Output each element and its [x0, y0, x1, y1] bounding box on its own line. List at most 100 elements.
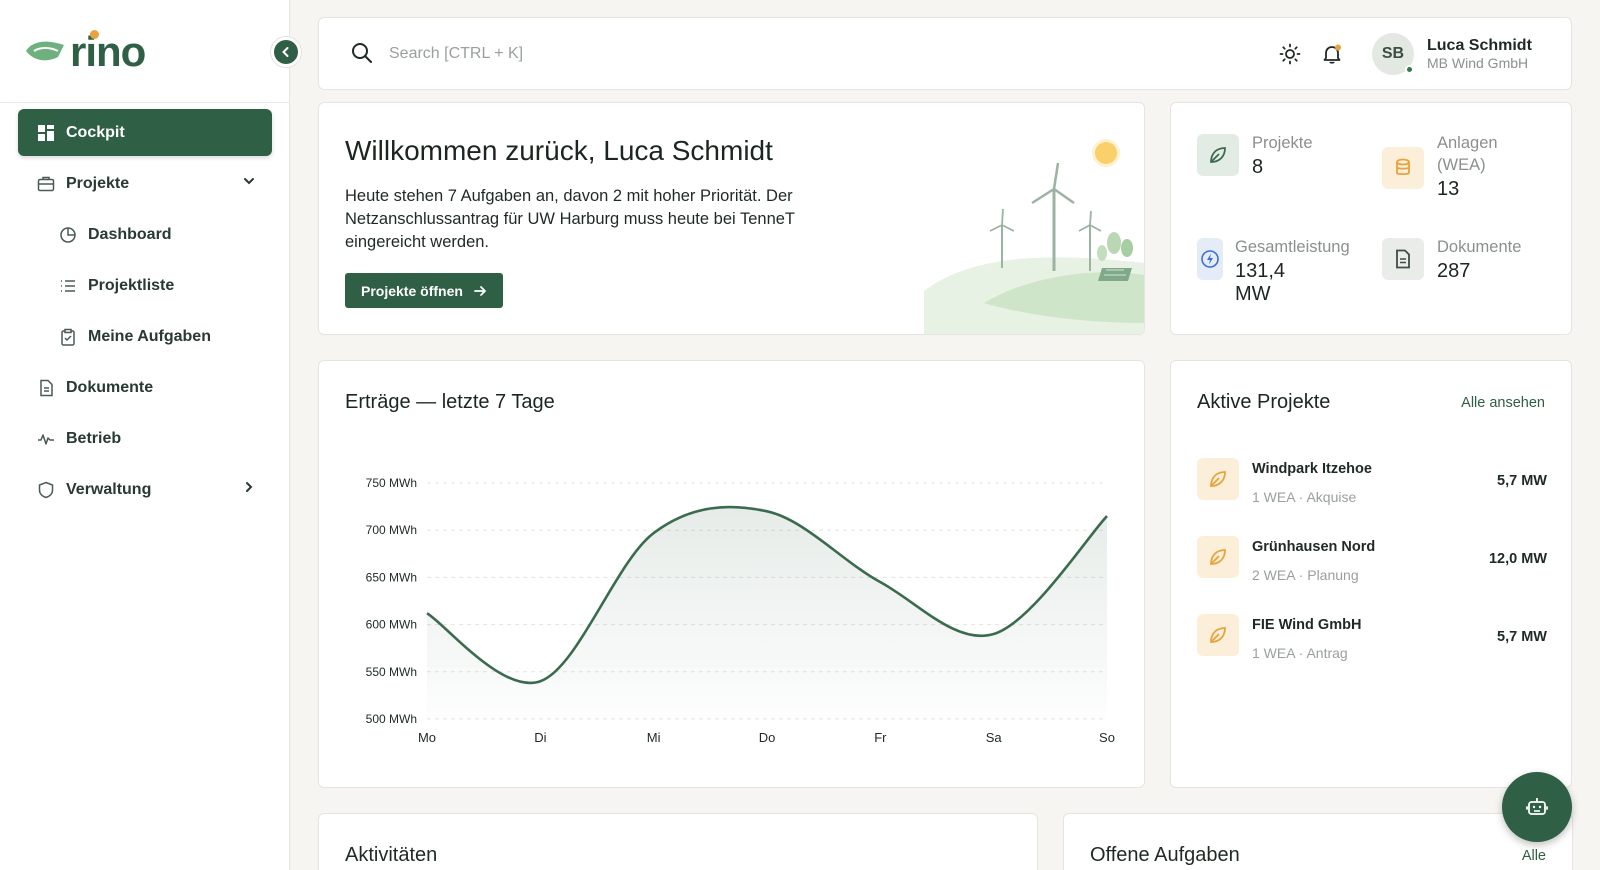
stat-value: 13	[1437, 178, 1460, 200]
logo-mark-icon	[26, 41, 64, 61]
sidebar-item-verwaltung[interactable]: Verwaltung	[18, 466, 272, 513]
user-name[interactable]: Luca Schmidt	[1427, 37, 1532, 55]
project-capacity: 5,7 MW	[1497, 473, 1547, 489]
chevron-right-icon	[246, 482, 253, 492]
database-icon	[1382, 147, 1424, 189]
sidebar-item-meine-aufgaben[interactable]: Meine Aufgaben	[18, 313, 272, 360]
notification-bell-icon[interactable]	[1321, 43, 1343, 65]
assistant-bot-button[interactable]	[1502, 772, 1572, 842]
wind-farm-illustration	[924, 139, 1144, 334]
theme-toggle-sun-icon[interactable]	[1279, 43, 1301, 65]
chart-y-tick-label: 550 MWh	[366, 665, 417, 679]
sidebar-item-dashboard[interactable]: Dashboard	[18, 211, 272, 258]
logo-text: rino	[70, 28, 146, 75]
chart-x-tick-label: Fr	[874, 730, 887, 745]
open-projects-button[interactable]: Projekte öffnen	[345, 273, 503, 308]
active-projects-title: Aktive Projekte	[1197, 391, 1331, 413]
sidebar-divider	[0, 102, 290, 103]
project-capacity: 12,0 MW	[1488, 551, 1547, 567]
see-all-projects-link[interactable]: Alle ansehen	[1461, 395, 1545, 411]
pie-chart-icon	[58, 225, 78, 245]
chart-x-tick-label: Sa	[986, 730, 1003, 745]
sidebar-item-projektliste[interactable]: Projektliste	[18, 262, 272, 309]
sidebar-item-label: Projekte	[66, 174, 130, 192]
open-projects-label: Projekte öffnen	[361, 282, 463, 299]
project-name: Windpark Itzehoe	[1252, 461, 1372, 477]
search-input[interactable]	[389, 36, 889, 72]
sidebar-item-label: Meine Aufgaben	[88, 327, 211, 345]
top-bar: SB Luca Schmidt MB Wind GmbH	[318, 17, 1572, 90]
list-icon	[58, 276, 78, 296]
bolt-icon	[1197, 238, 1223, 280]
see-all-tasks-link[interactable]: Alle	[1522, 848, 1546, 864]
clipboard-icon	[58, 327, 78, 347]
stat-value: 131,4 MW	[1235, 260, 1286, 305]
project-meta: 1 WEA · Akquise	[1252, 489, 1357, 505]
activities-title: Aktivitäten	[345, 844, 438, 866]
chart-card: Erträge — letzte 7 Tage 500 MWh 550 MWh 60…	[318, 360, 1145, 788]
stat-value: 8	[1252, 156, 1264, 178]
briefcase-icon	[36, 174, 56, 194]
project-name: FIE Wind GmbH	[1252, 617, 1362, 633]
chart-x-tick-label: Mi	[647, 730, 661, 745]
chart-x-tick-label: Do	[759, 730, 776, 745]
sidebar-item-dokumente[interactable]: Dokumente	[18, 364, 272, 411]
shield-icon	[36, 480, 56, 500]
welcome-card: Willkommen zurück, Luca Schmidt Heute st…	[318, 102, 1145, 335]
open-tasks-title: Offene Aufgaben	[1090, 844, 1240, 866]
document-icon	[36, 378, 56, 398]
stat-label: Gesamtleistung	[1235, 238, 1350, 256]
sidebar-item-betrieb[interactable]: Betrieb	[18, 415, 272, 462]
active-projects-card: Aktive Projekte Alle ansehen Windpark It…	[1170, 360, 1572, 788]
project-name: Grünhausen Nord	[1252, 539, 1376, 555]
activities-card: Aktivitäten	[318, 813, 1038, 870]
project-meta: 1 WEA · Antrag	[1252, 645, 1348, 661]
chart-y-tick-label: 600 MWh	[366, 618, 417, 632]
sidebar-item-projekte[interactable]: Projekte	[18, 160, 272, 207]
sidebar-nav: Cockpit Projekte Dashboard Projektliste	[18, 109, 272, 517]
arrow-right-icon	[474, 285, 486, 296]
sidebar-item-label: Verwaltung	[66, 480, 152, 498]
project-capacity: 5,7 MW	[1497, 629, 1547, 645]
stats-card: Projekte 8 Anlagen (WEA) 13 Gesamtleistu…	[1170, 102, 1572, 335]
project-meta: 2 WEA · Planung	[1252, 567, 1359, 583]
project-item[interactable]: FIE Wind GmbH 1 WEA · Antrag 5,7 MW	[1197, 614, 1547, 670]
chevron-down-icon	[244, 178, 254, 185]
search-icon	[352, 43, 372, 63]
open-tasks-card: Offene Aufgaben Alle	[1063, 813, 1573, 870]
stat-value: 287	[1437, 260, 1471, 282]
leaf-icon	[1197, 614, 1239, 656]
project-item[interactable]: Grünhausen Nord 2 WEA · Planung 12,0 MW	[1197, 536, 1547, 592]
welcome-title: Willkommen zurück, Luca Schmidt	[345, 135, 773, 166]
chart-y-tick-label: 650 MWh	[366, 570, 417, 584]
sidebar-item-label: Projektliste	[88, 276, 175, 294]
robot-icon	[1526, 798, 1548, 815]
logo[interactable]: rino	[24, 28, 146, 75]
sidebar-item-label: Dashboard	[88, 225, 172, 243]
sidebar-item-label: Betrieb	[66, 429, 122, 447]
chevron-left-icon	[282, 47, 289, 57]
avatar-initials: SB	[1381, 45, 1405, 62]
sidebar-item-cockpit[interactable]: Cockpit	[18, 109, 272, 156]
leaf-icon	[1197, 134, 1239, 176]
project-item[interactable]: Windpark Itzehoe 1 WEA · Akquise 5,7 MW	[1197, 458, 1547, 514]
stat-label: Anlagen (WEA)	[1437, 134, 1498, 174]
chart-area	[427, 507, 1107, 719]
leaf-icon	[1197, 458, 1239, 500]
grid-icon	[36, 123, 56, 143]
leaf-icon	[1197, 536, 1239, 578]
avatar[interactable]: SB	[1372, 33, 1414, 75]
chart-x-tick-label: Di	[534, 730, 546, 745]
yield-chart[interactable]: 500 MWh 550 MWh 600 MWh 650 MWh 700 MWh 750 M…	[319, 361, 1145, 788]
sidebar-item-label: Dokumente	[66, 378, 154, 396]
activity-icon	[36, 429, 56, 449]
collapse-sidebar-button[interactable]	[270, 36, 302, 68]
stat-label: Dokumente	[1437, 238, 1522, 256]
chart-y-tick-label: 500 MWh	[366, 712, 417, 726]
chart-y-tick-label: 700 MWh	[366, 523, 417, 537]
chart-x-tick-label: So	[1099, 730, 1115, 745]
chart-y-tick-label: 750 MWh	[366, 476, 417, 490]
welcome-text: Heute stehen 7 Aufgaben an, davon 2 mit …	[345, 187, 795, 251]
sidebar-item-label: Cockpit	[66, 123, 125, 141]
logo-dot-icon	[90, 30, 99, 39]
